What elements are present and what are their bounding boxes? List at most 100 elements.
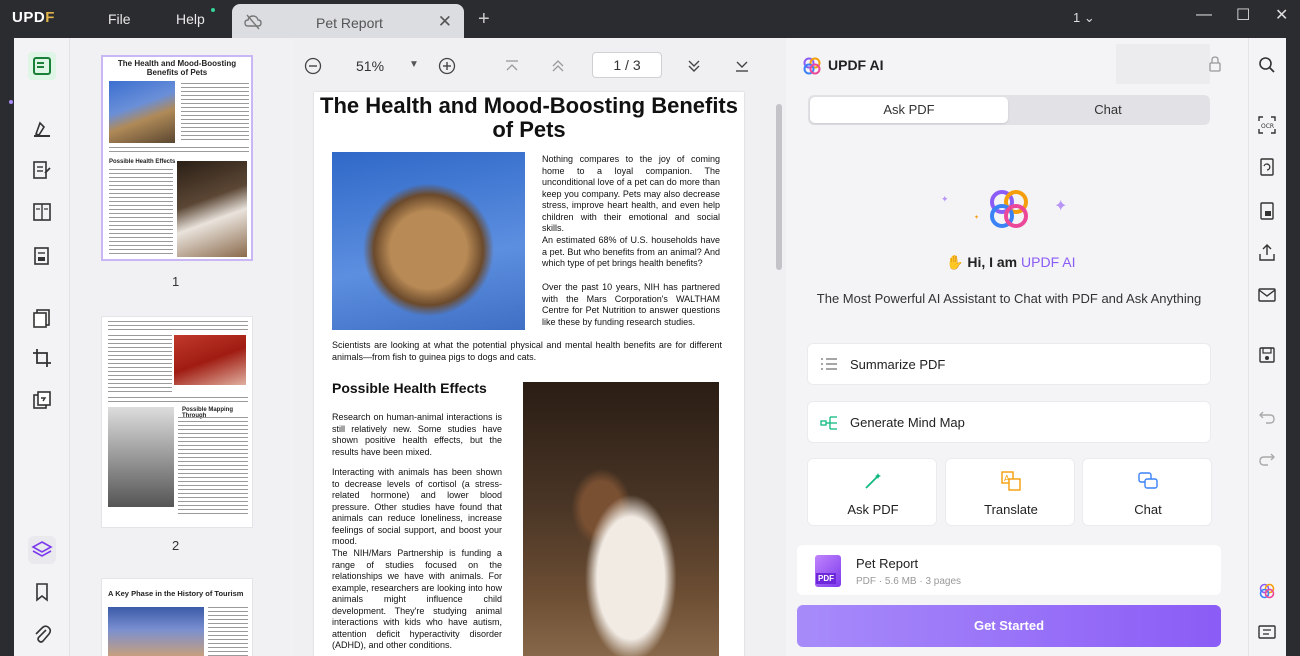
title-bar: UPDF File Help Pet Report ✕ + 1 ⌄ — ☐ ✕ — [0, 0, 1300, 42]
form-icon[interactable] — [28, 242, 56, 270]
lock-icon[interactable] — [1208, 56, 1222, 77]
minimize-icon[interactable]: — — [1196, 6, 1212, 24]
chat-tile[interactable]: Chat — [1082, 458, 1212, 526]
ai-header-placeholder — [1116, 44, 1210, 84]
paragraph-5: Research on human-animal interactions is… — [332, 412, 502, 457]
right-tool-rail: OCR — [1248, 38, 1286, 656]
document-area: 51% ▼ 1 / 3 The Health and Mood-Boosting… — [294, 38, 786, 656]
document-scrollbar[interactable] — [776, 104, 782, 270]
document-tab[interactable]: Pet Report ✕ — [232, 4, 464, 42]
cat-photo — [332, 152, 525, 330]
thumbnail-page-1[interactable]: The Health and Mood-Boosting Benefits of… — [101, 55, 253, 261]
thumb-page-number-2: 2 — [172, 538, 180, 553]
tab-chat[interactable]: Chat — [1008, 97, 1208, 123]
organize-pages-icon[interactable] — [28, 304, 56, 332]
translate-tile[interactable]: A Translate — [945, 458, 1075, 526]
document-toolbar: 51% ▼ 1 / 3 — [294, 38, 786, 92]
zoom-level[interactable]: 51% — [356, 58, 384, 74]
file-name: Pet Report — [856, 556, 919, 571]
window-count[interactable]: 1 ⌄ — [1073, 10, 1095, 26]
menu-help[interactable]: Help — [176, 11, 205, 27]
wave-hand-icon: ✋ — [946, 254, 964, 270]
redo-icon[interactable] — [1256, 448, 1278, 470]
page-layout-icon[interactable] — [28, 198, 56, 226]
edit-pdf-icon[interactable] — [28, 156, 56, 184]
thumbnail-page-2[interactable]: Possible Mapping Through — [101, 316, 253, 528]
protect-pdf-icon[interactable] — [1256, 200, 1278, 222]
next-page-icon[interactable] — [684, 56, 704, 76]
tab-ask-pdf[interactable]: Ask PDF — [810, 97, 1008, 123]
summarize-pdf-button[interactable]: Summarize PDF — [807, 343, 1211, 385]
maximize-icon[interactable]: ☐ — [1236, 5, 1250, 25]
share-icon[interactable] — [1256, 242, 1278, 264]
paragraph-4: Scientists are looking at what the poten… — [332, 340, 722, 362]
cat-image — [109, 81, 175, 143]
ai-panel-title: UPDF AI — [828, 57, 884, 73]
previous-page-icon[interactable] — [548, 56, 568, 76]
gray-cat-image — [108, 407, 174, 507]
tool-rail — [14, 38, 70, 656]
convert-icon[interactable] — [28, 386, 56, 414]
window-frame-right — [1286, 38, 1300, 656]
section-heading: Possible Health Effects — [332, 380, 487, 396]
thumb-1-title: The Health and Mood-Boosting Benefits of… — [117, 59, 237, 77]
menu-file[interactable]: File — [108, 11, 131, 27]
reader-mode-icon[interactable] — [28, 52, 56, 80]
attachment-icon[interactable] — [28, 620, 56, 648]
magic-wand-icon — [863, 471, 883, 496]
cloud-off-icon — [244, 14, 262, 35]
first-page-icon[interactable] — [502, 56, 522, 76]
file-meta: PDF · 5.6 MB · 3 pages — [856, 576, 962, 587]
chat-bubble-icon — [1138, 471, 1158, 496]
thumb-page-number-1: 1 — [172, 274, 180, 289]
ask-pdf-tile[interactable]: Ask PDF — [807, 458, 937, 526]
close-window-icon[interactable]: ✕ — [1275, 5, 1288, 25]
thumbnail-panel: The Health and Mood-Boosting Benefits of… — [70, 38, 294, 656]
app-logo: UPDF — [12, 9, 55, 26]
pets-image — [174, 335, 246, 385]
bookmark-icon[interactable] — [28, 578, 56, 606]
comment-highlight-icon[interactable] — [28, 114, 56, 142]
sparkle-icon: ✦ — [941, 194, 949, 204]
dog-and-cat-photo — [523, 382, 719, 656]
zoom-out-icon[interactable] — [303, 56, 323, 76]
thumb-3-title: A Key Phase in the History of Tourism — [108, 589, 244, 598]
paragraph-3: Over the past 10 years, NIH has partnere… — [542, 282, 720, 327]
last-page-icon[interactable] — [732, 56, 752, 76]
generate-mind-map-button[interactable]: Generate Mind Map — [807, 401, 1211, 443]
list-icon — [820, 356, 838, 377]
updf-ai-large-logo-icon — [986, 186, 1032, 237]
convert-pdf-icon[interactable] — [1256, 156, 1278, 178]
layers-icon[interactable] — [28, 536, 56, 564]
email-icon[interactable] — [1256, 284, 1278, 306]
ai-panel: UPDF AI Ask PDF Chat ✦ ✦ ✦ ✋ Hi, I am UP… — [786, 38, 1248, 656]
undo-icon[interactable] — [1256, 406, 1278, 428]
pdf-file-icon: PDF — [815, 555, 841, 587]
crop-icon[interactable] — [28, 344, 56, 372]
close-tab-icon[interactable]: ✕ — [438, 12, 452, 32]
updf-ai-logo-icon — [802, 56, 822, 81]
ai-mode-switch: Ask PDF Chat — [808, 95, 1210, 125]
translate-icon: A — [1001, 471, 1021, 496]
svg-text:OCR: OCR — [1261, 123, 1274, 130]
thumbnail-page-3[interactable]: A Key Phase in the History of Tourism — [101, 578, 253, 656]
notification-dot — [211, 8, 215, 12]
tab-title: Pet Report — [316, 15, 383, 31]
window-frame-left — [0, 38, 14, 656]
zoom-dropdown-icon[interactable]: ▼ — [409, 59, 419, 70]
get-started-button[interactable]: Get Started — [797, 605, 1221, 647]
zoom-in-icon[interactable] — [437, 56, 457, 76]
paragraph-7: The NIH/Mars Partnership is funding a ra… — [332, 548, 502, 650]
ocr-icon[interactable]: OCR — [1256, 114, 1278, 136]
page-number-field[interactable]: 1 / 3 — [592, 52, 662, 78]
dog-image — [177, 161, 247, 257]
thumb-1-heading: Possible Health Effects — [109, 159, 176, 165]
search-icon[interactable] — [1256, 54, 1278, 76]
mind-map-icon — [820, 414, 838, 437]
ai-greeting: ✋ Hi, I am UPDF AI — [946, 254, 1076, 270]
current-file-card[interactable]: PDF Pet Report PDF · 5.6 MB · 3 pages — [797, 545, 1221, 595]
new-tab-button[interactable]: + — [478, 8, 490, 31]
updf-ai-icon[interactable] — [1256, 580, 1278, 602]
save-icon[interactable] — [1256, 344, 1278, 366]
comment-list-icon[interactable] — [1256, 622, 1278, 644]
